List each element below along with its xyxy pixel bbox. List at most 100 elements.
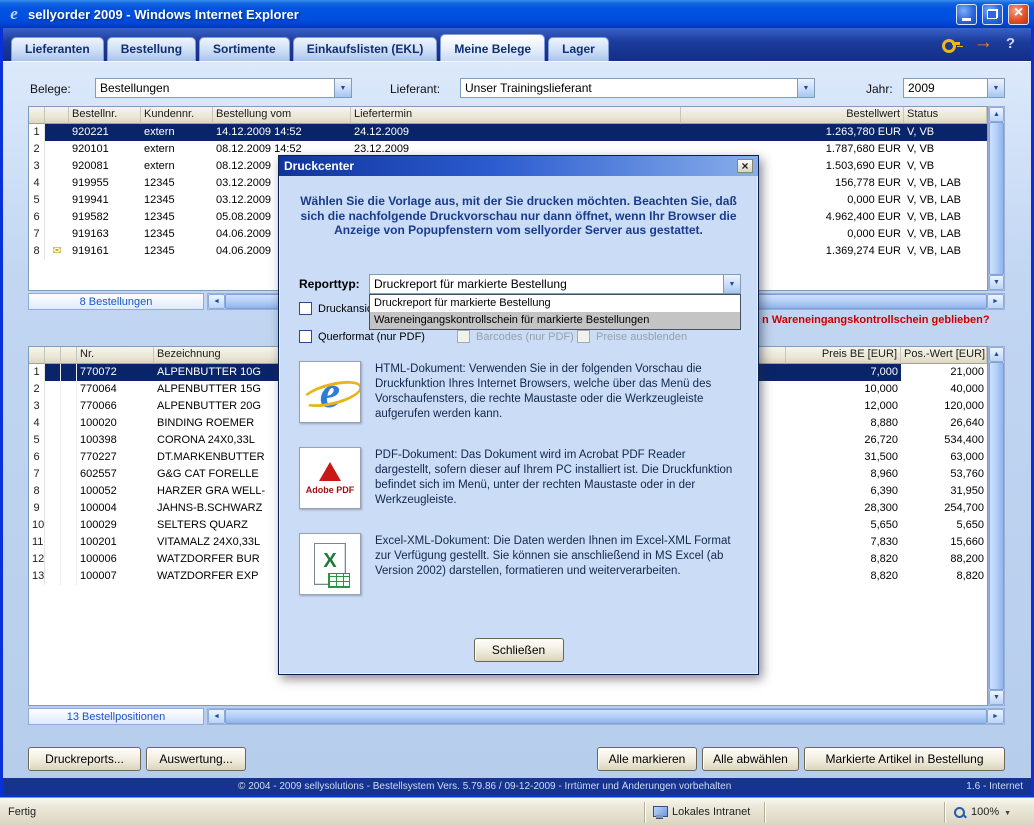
positions-vertical-scrollbar[interactable]: [988, 346, 1005, 706]
col-bestellung-vom: Bestellung vom: [213, 107, 351, 124]
scroll-thumb[interactable]: [225, 709, 987, 724]
scroll-left-icon[interactable]: [208, 709, 225, 724]
droplist-option[interactable]: Wareneingangskontrollschein für markiert…: [370, 312, 740, 329]
order-row[interactable]: 1 920221 extern 14.12.2009 14:52 24.12.2…: [29, 124, 987, 141]
mail-icon: [45, 209, 69, 226]
mail-icon: ✉: [45, 243, 69, 260]
reporttyp-droplist: Druckreport für markierte Bestellung War…: [369, 294, 741, 330]
forward-arrow-icon[interactable]: [974, 35, 993, 53]
chevron-down-icon[interactable]: [987, 79, 1004, 97]
belege-select[interactable]: Bestellungen: [95, 78, 352, 98]
auswertung-button[interactable]: Auswertung...: [146, 747, 246, 771]
querformat-label: Querformat (nur PDF): [318, 331, 425, 343]
querformat-checkbox[interactable]: [299, 330, 312, 343]
col-kundennr: Kundennr.: [141, 107, 213, 124]
preise-ausblenden-option: Preise ausblenden: [577, 330, 687, 343]
monitor-icon: [653, 806, 667, 819]
dialog-close-icon[interactable]: [737, 159, 753, 173]
scroll-right-icon[interactable]: [987, 709, 1004, 724]
tab-bestellung[interactable]: Bestellung: [107, 37, 196, 61]
scroll-left-icon[interactable]: [208, 294, 225, 309]
tab-meine-belege[interactable]: Meine Belege: [440, 34, 545, 61]
droplist-option[interactable]: Druckreport für markierte Bestellung: [370, 295, 740, 312]
scroll-down-icon[interactable]: [989, 275, 1004, 290]
app-footer: © 2004 - 2009 sellysolutions - Bestellsy…: [3, 778, 1031, 795]
jahr-label: Jahr:: [866, 82, 893, 96]
druckansicht-checkbox[interactable]: [299, 302, 312, 315]
wareneingangskontrollschein-link[interactable]: n Wareneingangskontrollschein geblieben?: [762, 314, 990, 326]
col-preis-be: Preis BE [EUR]: [786, 347, 901, 364]
chevron-down-icon[interactable]: [723, 275, 740, 293]
jahr-select[interactable]: 2009: [903, 78, 1005, 98]
tab-lager[interactable]: Lager: [548, 37, 609, 61]
druckcenter-dialog: Druckcenter Wählen Sie die Vorlage aus, …: [278, 155, 759, 675]
markierte-artikel-button[interactable]: Markierte Artikel in Bestellung: [804, 747, 1005, 771]
minimize-icon: [962, 18, 971, 21]
version-text: 1.6 - Internet: [966, 781, 1031, 792]
restore-button[interactable]: [982, 4, 1003, 25]
excel-format-block: Excel-XML-Dokument: Die Daten werden Ihn…: [299, 533, 742, 595]
druckreports-button[interactable]: Druckreports...: [28, 747, 141, 771]
col-nr: Nr.: [77, 347, 154, 364]
html-format-text: HTML-Dokument: Verwenden Sie in der folg…: [375, 361, 742, 423]
tab-sortimente[interactable]: Sortimente: [199, 37, 290, 61]
positions-horizontal-scrollbar[interactable]: [207, 708, 1005, 725]
adobe-pdf-icon[interactable]: Adobe PDF: [299, 447, 361, 509]
tab-lieferanten[interactable]: Lieferanten: [11, 37, 104, 61]
scroll-right-icon[interactable]: [987, 294, 1004, 309]
pdf-format-block: Adobe PDF PDF-Dokument: Das Dokument wir…: [299, 447, 742, 509]
excel-icon[interactable]: [299, 533, 361, 595]
toolbar-icons: [942, 35, 1023, 61]
scroll-up-icon[interactable]: [989, 347, 1004, 362]
reporttyp-label: Reporttyp:: [299, 277, 360, 291]
mail-icon: [45, 175, 69, 192]
html-format-block: HTML-Dokument: Verwenden Sie in der folg…: [299, 361, 742, 423]
alle-markieren-button[interactable]: Alle markieren: [597, 747, 697, 771]
zoom-control[interactable]: 100%: [944, 802, 1034, 823]
adobe-logo-shape: [319, 462, 341, 481]
positions-count: 13 Bestellpositionen: [28, 708, 204, 725]
internet-explorer-icon[interactable]: [299, 361, 361, 423]
chevron-down-icon[interactable]: [1004, 806, 1011, 818]
adobe-pdf-label: Adobe PDF: [306, 485, 355, 495]
minimize-button[interactable]: [956, 4, 977, 25]
scroll-up-icon[interactable]: [989, 107, 1004, 122]
alle-abwaehlen-button[interactable]: Alle abwählen: [702, 747, 799, 771]
col-rownum: [29, 107, 45, 124]
col-liefertermin: Liefertermin: [351, 107, 681, 124]
reporttyp-select[interactable]: Druckreport für markierte Bestellung: [369, 274, 741, 294]
preise-ausblenden-label: Preise ausblenden: [596, 331, 687, 343]
close-button[interactable]: [1008, 4, 1029, 25]
chevron-down-icon[interactable]: [334, 79, 351, 97]
barcodes-option: Barcodes (nur PDF): [457, 330, 574, 343]
dialog-intro-text: Wählen Sie die Vorlage aus, mit der Sie …: [299, 194, 738, 238]
key-icon[interactable]: [942, 38, 961, 51]
help-icon[interactable]: [1006, 35, 1015, 53]
mail-icon: [45, 158, 69, 175]
lieferant-select[interactable]: Unser Trainingslieferant: [460, 78, 815, 98]
statusbar-spacer-panel: [764, 802, 944, 823]
schliessen-button[interactable]: Schließen: [474, 638, 564, 662]
barcodes-checkbox: [457, 330, 470, 343]
positions-footer: 13 Bestellpositionen: [28, 708, 1005, 725]
chevron-down-icon[interactable]: [797, 79, 814, 97]
orders-vertical-scrollbar[interactable]: [988, 106, 1005, 291]
barcodes-label: Barcodes (nur PDF): [476, 331, 574, 343]
zoom-level: 100%: [971, 806, 999, 818]
scroll-down-icon[interactable]: [989, 690, 1004, 705]
status-text: Fertig: [0, 806, 644, 818]
dialog-title-bar: Druckcenter: [279, 156, 758, 176]
copyright-text: © 2004 - 2009 sellysolutions - Bestellsy…: [3, 781, 966, 792]
querformat-option[interactable]: Querformat (nur PDF): [299, 330, 425, 343]
dialog-title: Druckcenter: [284, 159, 354, 173]
zone-panel[interactable]: Lokales Intranet: [644, 802, 764, 823]
tab-einkaufslisten[interactable]: Einkaufslisten (EKL): [293, 37, 438, 61]
orders-count: 8 Bestellungen: [28, 293, 204, 310]
col-bestellnr: Bestellnr.: [69, 107, 141, 124]
title-bar: sellyorder 2009 - Windows Internet Explo…: [0, 0, 1034, 28]
belege-label: Belege:: [30, 82, 71, 96]
col-flag: [61, 347, 77, 364]
scroll-thumb[interactable]: [989, 362, 1004, 690]
col-rownum: [29, 347, 45, 364]
scroll-thumb[interactable]: [989, 122, 1004, 275]
